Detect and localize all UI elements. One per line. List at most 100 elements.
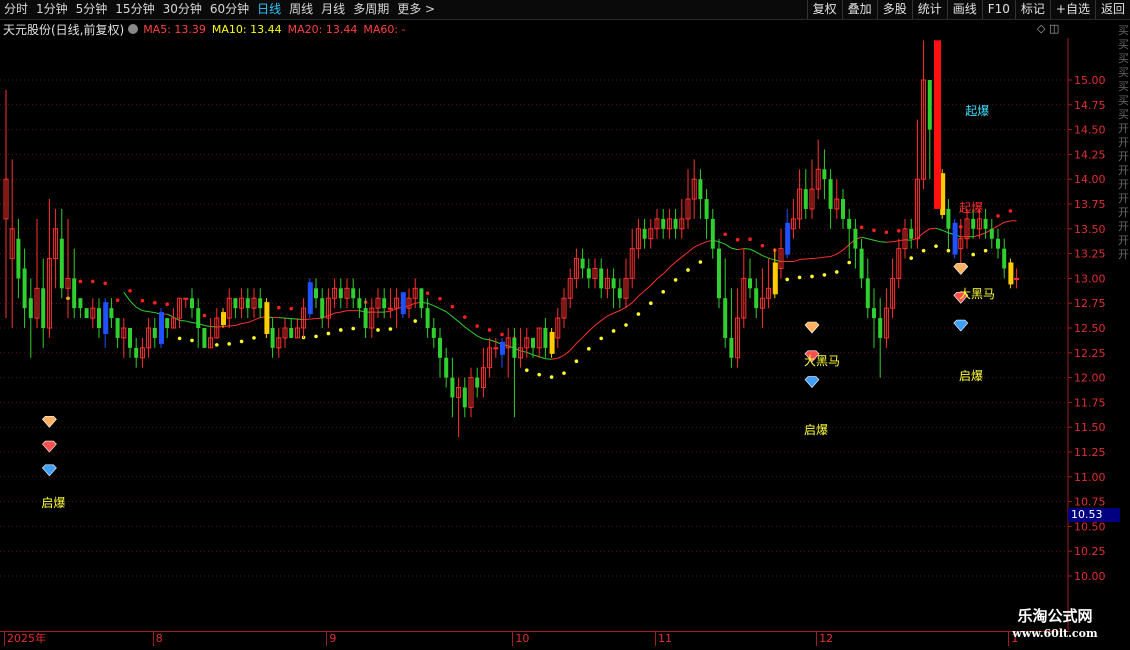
ma20-line-segment: [464, 326, 472, 332]
candle-body: [196, 308, 201, 328]
diamond-icon: [804, 321, 820, 334]
candle-body: [841, 199, 845, 219]
toolbar-button-1[interactable]: 叠加: [841, 0, 877, 19]
period-tab-2[interactable]: 5分钟: [72, 0, 112, 19]
dropdown-circle-icon[interactable]: [128, 24, 139, 34]
price-tick-label: 14.00: [1074, 173, 1106, 186]
period-tab-7[interactable]: 周线: [285, 0, 317, 19]
period-tab-4[interactable]: 30分钟: [159, 0, 206, 19]
toolbar-button-5[interactable]: F10: [981, 0, 1015, 19]
trail-dot: [425, 291, 430, 296]
ma20-line-segment: [774, 259, 782, 263]
trail-dot: [872, 228, 876, 233]
candle-body: [853, 228, 858, 249]
ma20-line-segment: [625, 302, 633, 308]
side-char: 开: [1118, 164, 1129, 177]
candle-body: [444, 357, 449, 378]
trail-dot: [376, 328, 380, 332]
trail-dot: [698, 260, 703, 264]
toolbar-button-0[interactable]: 复权: [806, 0, 842, 19]
candle-body: [314, 288, 318, 299]
ma20-line-segment: [600, 315, 608, 321]
period-tab-6[interactable]: 日线: [253, 0, 285, 19]
trail-dot: [996, 214, 1000, 218]
candle-body: [387, 307, 393, 310]
toolbar-button-7[interactable]: +自选: [1049, 0, 1095, 19]
period-tab-3[interactable]: 15分钟: [111, 0, 158, 19]
toolbar-button-4[interactable]: 画线: [946, 0, 982, 19]
price-tick-label: 12.75: [1074, 297, 1106, 310]
trail-dot: [103, 281, 107, 286]
side-char: 买: [1118, 52, 1129, 65]
signal-label: 大黑马: [959, 287, 996, 302]
ma20-line-segment: [768, 257, 775, 261]
trail-dot: [822, 273, 827, 277]
toolbar-button-6[interactable]: 标记: [1014, 0, 1050, 19]
trail-dot: [611, 329, 616, 333]
ma20-line-segment: [619, 306, 627, 312]
trail-dot: [128, 289, 132, 293]
candle-body: [165, 318, 170, 328]
toolbar-button-3[interactable]: 统计: [911, 0, 947, 19]
toolbar-button-8[interactable]: 返回: [1094, 0, 1130, 19]
candle-body: [320, 298, 325, 319]
trail-dot: [190, 338, 194, 343]
trail-dot: [983, 248, 988, 253]
price-tick-label: 13.25: [1074, 248, 1106, 261]
ma20-line-segment: [973, 234, 980, 238]
ma20-line-segment: [489, 339, 496, 343]
price-tick-label: 12.50: [1074, 322, 1106, 335]
ma20-line-segment: [445, 311, 453, 317]
price-tick-label: 10.50: [1074, 520, 1106, 533]
diamond-outline-icon[interactable]: ◇: [1037, 22, 1045, 35]
kline-chart[interactable]: 15.00 14.75 14.50 14.25 14.00 13.75 13.50 13.25…: [0, 38, 1130, 630]
period-tab-1[interactable]: 1分钟: [32, 0, 72, 19]
trail-dot: [673, 278, 678, 282]
period-tab-0[interactable]: 分时: [0, 0, 32, 19]
ma20-line-segment: [836, 249, 844, 255]
signal-label: 启爆: [804, 423, 829, 438]
ma20-line-segment: [433, 305, 441, 310]
side-char: 开: [1118, 122, 1129, 135]
diamond-icon: [41, 464, 57, 477]
trail-dot: [177, 336, 182, 341]
candle-body: [859, 248, 864, 279]
ma20-line-segment: [830, 253, 837, 258]
toolbar-button-2[interactable]: 多股: [876, 0, 912, 19]
ma20-line-segment: [755, 251, 763, 257]
side-char: 买: [1118, 94, 1129, 107]
price-tick-label: 12.00: [1074, 372, 1106, 385]
ma20-line-segment: [340, 310, 348, 313]
candle-body: [543, 328, 548, 348]
candle-body: [202, 328, 207, 348]
candle-body: [717, 248, 721, 299]
ma20-line-segment: [148, 311, 155, 314]
price-tick-label: 14.25: [1074, 148, 1106, 161]
ma20-line-segment: [123, 291, 131, 302]
signal-label: 大黑马: [804, 353, 841, 368]
ma20-line-segment: [991, 225, 999, 230]
candle-body: [419, 288, 424, 309]
ma20-line-segment: [520, 350, 527, 353]
period-tabs: 分时 1分钟 5分钟 15分钟 30分钟 60分钟 日线 周线 月线 多周期 更多 >: [0, 0, 439, 19]
candle-body: [134, 347, 139, 358]
maximize-icon[interactable]: ◫: [1049, 22, 1059, 35]
ma20-line-segment: [942, 229, 949, 234]
candle-body: [22, 268, 27, 309]
period-tab-8[interactable]: 月线: [317, 0, 349, 19]
ma5-value: MA5: 13.39: [143, 22, 206, 36]
period-tab-9[interactable]: 多周期: [349, 0, 393, 19]
window-icons: ◇ ◫: [1037, 22, 1059, 35]
candle-body: [983, 218, 988, 229]
side-char: 开: [1118, 136, 1129, 149]
trail-dot: [450, 304, 455, 309]
period-tab-10[interactable]: 更多 >: [393, 0, 439, 19]
price-tick-label: 12.25: [1074, 347, 1106, 360]
period-tab-5[interactable]: 60分钟: [206, 0, 253, 19]
date-label: 10: [512, 632, 529, 646]
side-char: 开: [1118, 248, 1129, 261]
trail-dot: [388, 327, 393, 331]
trail-dot: [549, 375, 554, 379]
trail-dot: [252, 336, 256, 340]
candle-body: [493, 347, 499, 350]
